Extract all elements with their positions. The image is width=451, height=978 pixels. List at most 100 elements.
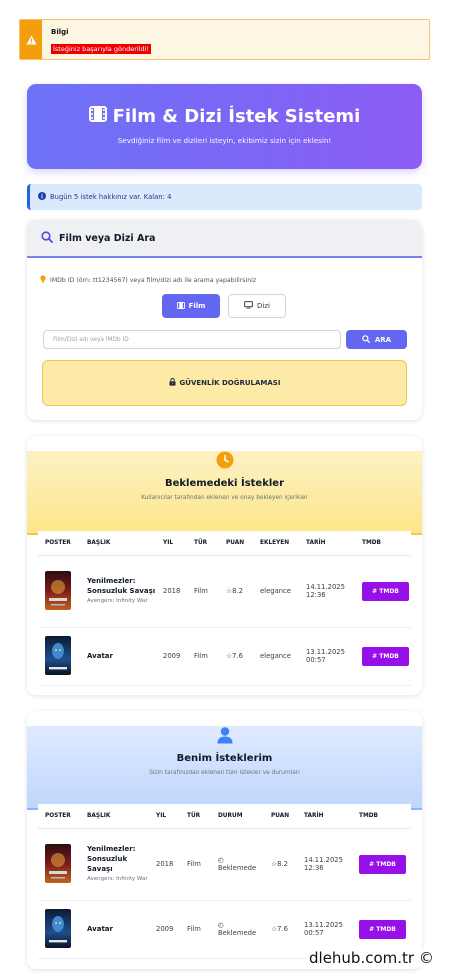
success-alert: Bilgi İsteğiniz başarıyla gönderildi! xyxy=(19,19,430,60)
row-type: Film xyxy=(180,900,211,959)
search-input[interactable]: Film/Dizi adı veya IMDb ID xyxy=(43,330,341,349)
col-date: TARİH xyxy=(299,531,355,556)
col-poster: POSTER xyxy=(38,531,80,556)
imdb-icon: # xyxy=(369,925,377,933)
col-tmdb: TMDB xyxy=(352,804,411,829)
tmdb-button[interactable]: # TMDB xyxy=(362,581,409,601)
imdb-icon: # xyxy=(372,587,380,595)
clock-icon: ◴ xyxy=(218,856,224,864)
film-icon xyxy=(176,301,185,311)
row-year: 2009 xyxy=(156,627,187,686)
type-dizi-label: Dizi xyxy=(257,302,270,310)
watermark: dlehub.com.tr © xyxy=(307,949,436,967)
poster-avengers[interactable] xyxy=(45,570,71,610)
pending-requests-card: Beklemedeki İstekler Kullanıcılar tarafı… xyxy=(27,436,422,695)
page-title: Film & Dizi İstek Sistemi xyxy=(112,106,361,127)
row-status: ◴ Beklemede xyxy=(211,900,264,959)
search-icon xyxy=(41,230,53,246)
quota-info: Bugün 5 istek hakkınız var. Kalan: 4 xyxy=(27,184,422,210)
clock-icon: ◴ xyxy=(218,921,224,929)
row-title: Yenilmezler: Sonsuzluk Savaşı xyxy=(87,845,136,873)
table-row: Yenilmezler: Sonsuzluk Savaşı Avengers: I… xyxy=(38,555,411,628)
mine-subtitle: Sizin tarafınızdan eklenen tüm istekler … xyxy=(149,770,300,776)
captcha-box[interactable]: GÜVENLİK DOĞRULAMASI xyxy=(42,360,407,406)
table-row: Avatar 2009 Film ☆7.6 elegance 13.11.202… xyxy=(38,627,411,686)
row-type: Film xyxy=(180,828,211,901)
tmdb-button[interactable]: # TMDB xyxy=(362,646,409,666)
search-button-label: ARA xyxy=(374,335,392,344)
row-original-title: Avengers: Infinity War xyxy=(87,876,148,882)
table-row: Yenilmezler: Sonsuzluk Savaşı Avengers: I… xyxy=(38,828,411,901)
col-status: DURUM xyxy=(211,804,264,829)
row-date: 14.11.2025 12:36 xyxy=(299,555,355,628)
col-added-by: EKLEYEN xyxy=(253,531,299,556)
user-icon xyxy=(216,726,234,744)
col-year: YIL xyxy=(149,804,180,829)
col-year: YIL xyxy=(156,531,187,556)
col-poster: POSTER xyxy=(38,804,80,829)
col-type: TÜR xyxy=(187,531,219,556)
my-requests-card: Benim İsteklerim Sizin tarafınızdan ekle… xyxy=(27,711,422,969)
row-year: 2018 xyxy=(149,828,180,901)
clock-icon xyxy=(216,451,234,469)
row-added-by: elegance xyxy=(253,627,299,686)
captcha-label: GÜVENLİK DOĞRULAMASI xyxy=(179,379,281,387)
poster-avatar[interactable] xyxy=(45,635,71,675)
page-subtitle: Sevdiğiniz film ve dizileri isteyin, eki… xyxy=(117,136,332,145)
alert-title: Bilgi xyxy=(51,28,69,36)
col-rating: PUAN xyxy=(219,531,253,556)
col-title: BAŞLIK xyxy=(80,804,149,829)
row-title: Avatar xyxy=(87,652,113,660)
row-year: 2018 xyxy=(156,555,187,628)
poster-avengers[interactable] xyxy=(45,843,71,883)
col-tmdb: TMDB xyxy=(355,531,411,556)
lightbulb-icon xyxy=(40,275,46,285)
row-type: Film xyxy=(187,555,219,628)
row-type: Film xyxy=(187,627,219,686)
type-film-label: Film xyxy=(188,302,206,310)
row-title: Yenilmezler: Sonsuzluk Savaşı xyxy=(87,577,156,595)
poster-avatar[interactable] xyxy=(45,908,71,948)
imdb-icon: # xyxy=(372,652,380,660)
search-card: Film veya Dizi Ara IMDb ID (örn: tt12345… xyxy=(27,220,422,420)
pending-table: POSTER BAŞLIK YIL TÜR PUAN EKLEYEN TARİH… xyxy=(38,531,411,686)
type-dizi-button[interactable]: Dizi xyxy=(228,294,286,318)
row-year: 2009 xyxy=(149,900,180,959)
search-hint-text: IMDb ID (örn: tt1234567) veya film/dizi … xyxy=(50,276,257,284)
mine-title: Benim İsteklerim xyxy=(176,753,273,764)
search-icon xyxy=(362,334,370,345)
search-title: Film veya Dizi Ara xyxy=(59,232,156,244)
row-rating: ☆8.2 xyxy=(219,555,253,628)
pending-subtitle: Kullanıcılar tarafından eklenen ve onay … xyxy=(141,495,308,501)
alert-message: İsteğiniz başarıyla gönderildi! xyxy=(51,44,152,54)
tmdb-button[interactable]: # TMDB xyxy=(359,854,406,874)
hero-banner: Film & Dizi İstek Sistemi Sevdiğiniz fil… xyxy=(27,84,422,169)
film-icon xyxy=(88,106,107,127)
search-hint: IMDb ID (örn: tt1234567) veya film/dizi … xyxy=(40,275,256,285)
row-original-title: Avengers: Infinity War xyxy=(87,598,148,604)
row-rating: ☆7.6 xyxy=(219,627,253,686)
row-rating: ☆7.6 xyxy=(264,900,297,959)
table-header-row: POSTER BAŞLIK YIL TÜR DURUM PUAN TARİH T… xyxy=(38,804,411,829)
warning-icon xyxy=(20,20,42,59)
tmdb-button[interactable]: # TMDB xyxy=(359,919,406,939)
quota-text: Bugün 5 istek hakkınız var. Kalan: 4 xyxy=(50,193,172,201)
search-button[interactable]: ARA xyxy=(346,330,407,349)
col-rating: PUAN xyxy=(264,804,297,829)
pending-title: Beklemedeki İstekler xyxy=(165,478,284,489)
row-added-by: elegance xyxy=(253,555,299,628)
my-requests-table: POSTER BAŞLIK YIL TÜR DURUM PUAN TARİH T… xyxy=(38,804,411,959)
row-date: 13.11.2025 00:57 xyxy=(299,627,355,686)
col-title: BAŞLIK xyxy=(80,531,156,556)
row-rating: ☆8.2 xyxy=(264,828,297,901)
row-status: ◴ Beklemede xyxy=(211,828,264,901)
type-film-button[interactable]: Film xyxy=(162,294,220,318)
col-date: TARİH xyxy=(297,804,352,829)
row-date: 14.11.2025 12:36 xyxy=(297,828,352,901)
table-header-row: POSTER BAŞLIK YIL TÜR PUAN EKLEYEN TARİH… xyxy=(38,531,411,556)
lock-icon xyxy=(169,378,176,388)
tv-icon xyxy=(244,301,253,311)
info-icon xyxy=(38,192,46,202)
row-title: Avatar xyxy=(87,925,113,933)
imdb-icon: # xyxy=(369,860,377,868)
